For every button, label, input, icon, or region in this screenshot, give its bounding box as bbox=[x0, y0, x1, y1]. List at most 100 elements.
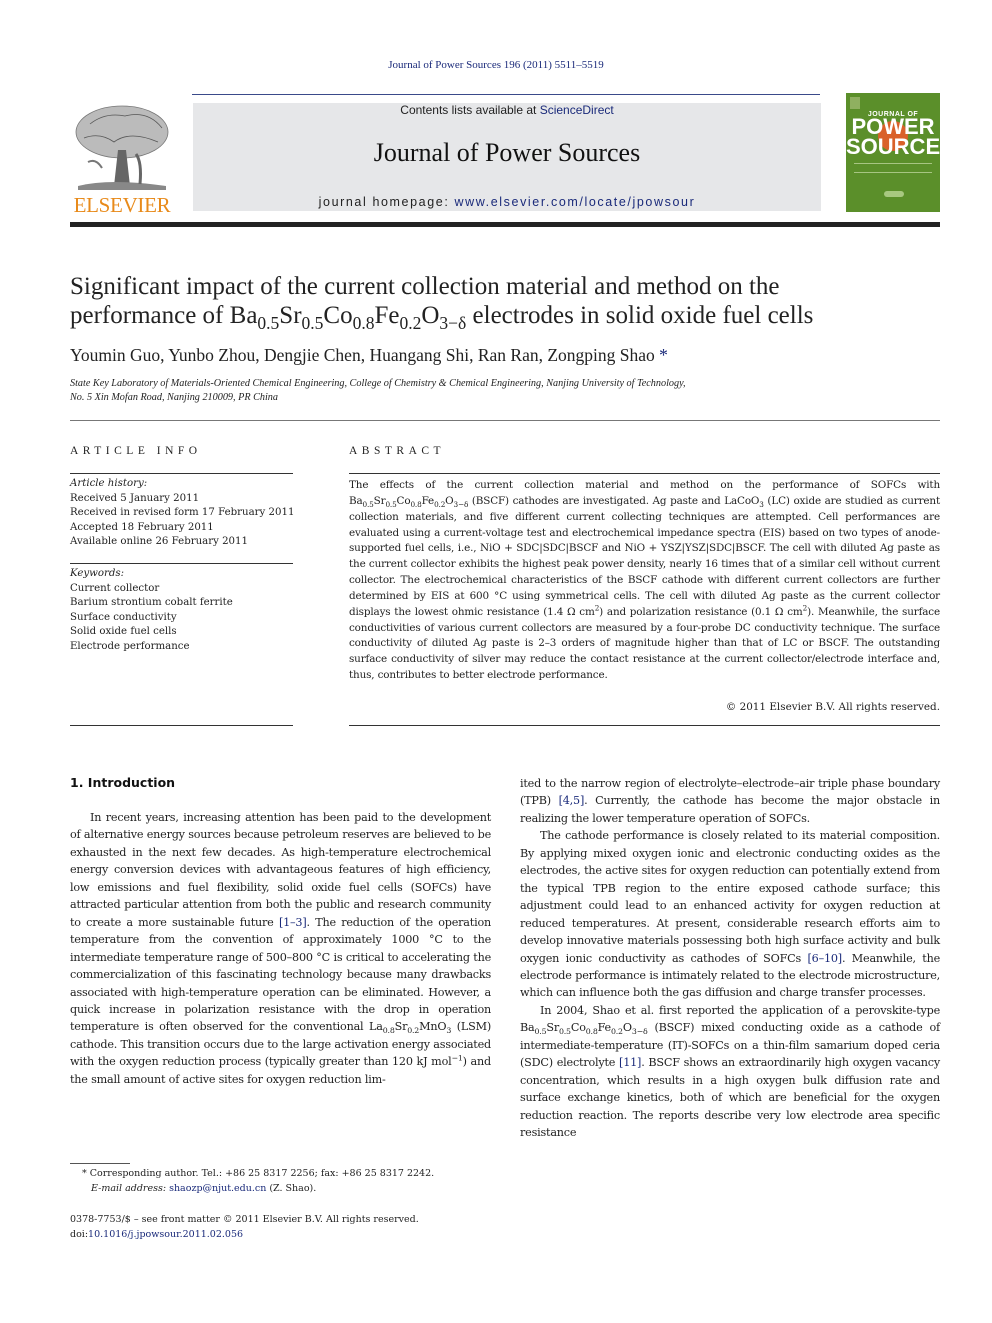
abstract-text: The effects of the current collection ma… bbox=[349, 479, 940, 491]
history-item: Received in revised form 17 February 201… bbox=[70, 507, 295, 518]
formula-sub: 3−δ bbox=[631, 1027, 648, 1037]
homepage-prefix: journal homepage: bbox=[318, 195, 455, 209]
citation-link[interactable]: [4,5] bbox=[559, 794, 585, 807]
homepage-link[interactable]: www.elsevier.com/locate/jpowsour bbox=[454, 195, 695, 209]
doi-link[interactable]: 10.1016/j.jpowsour.2011.02.056 bbox=[88, 1229, 243, 1240]
formula-sub: 0.5 bbox=[558, 1027, 571, 1037]
formula-sub: 0.5 bbox=[362, 499, 374, 509]
abstract-heading: ABSTRACT bbox=[349, 445, 446, 457]
masthead-thick-divider bbox=[70, 222, 940, 227]
article-history: Article history: Received 5 January 2011… bbox=[70, 477, 295, 550]
cover-title: POWER SOURCES bbox=[846, 116, 955, 158]
formula-sub: 0.8 bbox=[585, 1027, 598, 1037]
email-label: E-mail address: bbox=[91, 1182, 167, 1194]
journal-cover-image: JOURNAL OF POWER SOURCES bbox=[846, 93, 955, 212]
homepage-line: journal homepage: www.elsevier.com/locat… bbox=[193, 195, 821, 209]
contents-line: Contents lists available at ScienceDirec… bbox=[193, 103, 821, 117]
body-text: MnO bbox=[419, 1020, 447, 1034]
email-link[interactable]: shaozp@njut.edu.cn bbox=[169, 1183, 266, 1194]
introduction-heading: 1. Introduction bbox=[70, 775, 176, 790]
keywords-label: Keywords: bbox=[70, 568, 125, 579]
formula-sub: 0.2 bbox=[407, 1026, 420, 1036]
body-text: Sr bbox=[394, 1020, 408, 1034]
affiliation-line2: No. 5 Xin Mofan Road, Nanjing 210009, PR… bbox=[70, 392, 278, 403]
history-label: Article history: bbox=[70, 478, 148, 489]
contents-prefix: Contents lists available at bbox=[400, 103, 540, 117]
front-matter-info: 0378-7753/$ – see front matter © 2011 El… bbox=[70, 1212, 500, 1242]
formula-sub: 0.2 bbox=[610, 1027, 623, 1037]
abstract-divider bbox=[349, 473, 940, 474]
doi-line: doi:10.1016/j.jpowsour.2011.02.056 bbox=[70, 1227, 500, 1242]
article-info-divider bbox=[70, 563, 293, 564]
citation-link[interactable]: [1–3] bbox=[279, 916, 307, 929]
keyword-item: Solid oxide fuel cells bbox=[70, 626, 177, 637]
formula-sub: 0.8 bbox=[382, 1026, 395, 1036]
affiliation: State Key Laboratory of Materials-Orient… bbox=[70, 377, 950, 405]
paragraph: ited to the narrow region of electrolyte… bbox=[520, 775, 940, 827]
doi-prefix: doi: bbox=[70, 1229, 89, 1240]
corresponding-author-footnote: * Corresponding author. Tel.: +86 25 831… bbox=[70, 1167, 500, 1196]
cover-subtitle-lines bbox=[854, 163, 932, 173]
author-list: Youmin Guo, Yunbo Zhou, Dengjie Chen, Hu… bbox=[70, 345, 950, 366]
formula-sub: 0.8 bbox=[410, 499, 422, 509]
footnote-divider bbox=[70, 1163, 130, 1164]
body-text: In recent years, increasing attention ha… bbox=[70, 811, 491, 929]
cover-title-line2: SOURCES bbox=[846, 134, 955, 159]
keyword-item: Barium strontium cobalt ferrite bbox=[70, 597, 233, 608]
abstract-body: The effects of the current collection ma… bbox=[349, 479, 940, 682]
history-item: Received 5 January 2011 bbox=[70, 492, 200, 504]
abstract-text: ) and polarization resistance (0.1 Ω cm bbox=[599, 605, 803, 618]
journal-name: Journal of Power Sources bbox=[373, 138, 641, 167]
paragraph: In recent years, increasing attention ha… bbox=[70, 809, 491, 1088]
body-text: . The reduction of the operation tempera… bbox=[70, 915, 491, 1034]
keywords: Keywords: Current collector Barium stron… bbox=[70, 567, 295, 654]
abstract-divider bbox=[349, 725, 940, 726]
formula-o: 3−δ bbox=[439, 313, 467, 333]
email-suffix: (Z. Shao). bbox=[266, 1182, 317, 1194]
formula-co: 0.8 bbox=[352, 313, 375, 333]
formula-fe: 0.2 bbox=[399, 313, 422, 333]
abstract-copyright: © 2011 Elsevier B.V. All rights reserved… bbox=[725, 701, 940, 713]
keyword-item: Electrode performance bbox=[70, 640, 190, 652]
paragraph: In 2004, Shao et al. first reported the … bbox=[520, 1003, 940, 1140]
keyword-item: Surface conductivity bbox=[70, 611, 177, 623]
body-text: The cathode performance is closely relat… bbox=[520, 829, 940, 965]
affiliation-line1: State Key Laboratory of Materials-Orient… bbox=[70, 378, 686, 389]
sciencedirect-link[interactable]: ScienceDirect bbox=[540, 103, 614, 117]
article-info-divider bbox=[70, 473, 293, 474]
corresponding-author-mark[interactable]: * bbox=[659, 345, 668, 365]
title-line1: Significant impact of the current collec… bbox=[70, 273, 780, 300]
header-divider bbox=[192, 94, 820, 95]
authors-text: Youmin Guo, Yunbo Zhou, Dengjie Chen, Hu… bbox=[70, 345, 655, 365]
body-column-left: In recent years, increasing attention ha… bbox=[70, 809, 491, 1088]
history-item: Available online 26 February 2011 bbox=[70, 536, 249, 547]
citation-link[interactable]: [6–10] bbox=[808, 952, 843, 965]
elsevier-wordmark: ELSEVIER bbox=[73, 193, 171, 217]
abstract-text: (LC) oxide are studied as current collec… bbox=[349, 494, 940, 618]
issn-line: 0378-7753/$ – see front matter © 2011 El… bbox=[70, 1214, 419, 1225]
article-title: Significant impact of the current collec… bbox=[70, 273, 814, 333]
body-column-right: ited to the narrow region of electrolyte… bbox=[520, 775, 940, 1142]
running-head[interactable]: Journal of Power Sources 196 (2011) 5511… bbox=[0, 59, 992, 71]
formula-sub: 0.5 bbox=[385, 499, 397, 509]
unit-sup: −1 bbox=[451, 1053, 463, 1063]
body-text: In 2004, Shao et al. first reported the … bbox=[540, 1003, 940, 1017]
title-line2-pre: performance of bbox=[70, 302, 230, 329]
formula-sr: 0.5 bbox=[301, 313, 324, 333]
formula-ba: 0.5 bbox=[257, 313, 280, 333]
formula-sub: 0.5 bbox=[534, 1027, 547, 1037]
abstract-text: (BSCF) cathodes are investigated. Ag pas… bbox=[468, 494, 760, 507]
keyword-item: Current collector bbox=[70, 582, 160, 594]
title-line2-post: electrodes in solid oxide fuel cells bbox=[466, 302, 814, 329]
cover-sciencedirect-icon bbox=[884, 191, 904, 197]
article-info-heading: ARTICLE INFO bbox=[70, 445, 202, 457]
formula-sub: 3−δ bbox=[453, 499, 469, 509]
formula-sub: 0.2 bbox=[434, 499, 446, 509]
cover-emblem-icon bbox=[850, 97, 860, 109]
affiliation-divider bbox=[70, 420, 940, 421]
paragraph: The cathode performance is closely relat… bbox=[520, 827, 940, 1002]
footnote-contact: Corresponding author. Tel.: +86 25 8317 … bbox=[86, 1168, 435, 1179]
citation-link[interactable]: [11] bbox=[619, 1056, 641, 1069]
history-item: Accepted 18 February 2011 bbox=[70, 521, 214, 533]
article-info-divider bbox=[70, 725, 293, 726]
